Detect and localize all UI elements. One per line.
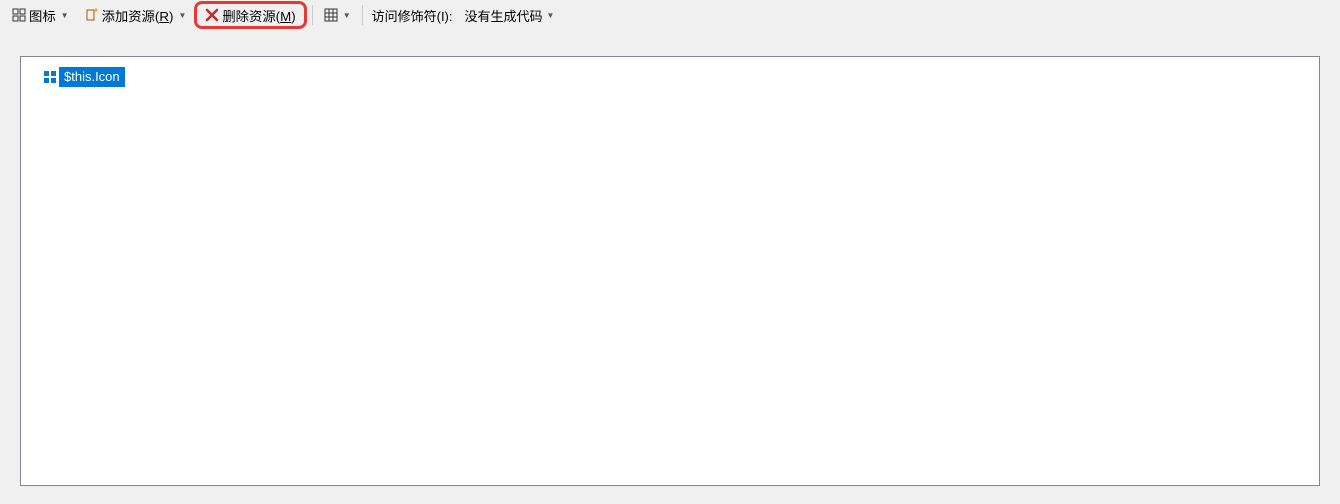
delete-resource-label: 删除资源(M): [222, 6, 295, 25]
resource-item-label: $this.Icon: [59, 67, 125, 87]
resource-editor-toolbar: 图标 ▼ 添加资源(R) ▼ 删除资源(M): [0, 0, 1340, 30]
access-modifier-combo[interactable]: 没有生成代码 ▼: [459, 4, 561, 26]
access-modifier-label: 访问修饰符(I):: [368, 6, 457, 25]
delete-x-icon: [205, 8, 219, 22]
resource-list-panel[interactable]: $this.Icon: [20, 56, 1320, 486]
app-icon: [41, 68, 59, 86]
chevron-down-icon: ▼: [61, 11, 69, 20]
view-mode-dropdown[interactable]: 图标 ▼: [6, 3, 75, 27]
grid-view-icon: [12, 8, 26, 22]
toolbar-separator: [312, 5, 313, 25]
chevron-down-icon: ▼: [343, 11, 351, 20]
chevron-down-icon: ▼: [178, 11, 186, 20]
layout-dropdown[interactable]: ▼: [318, 3, 357, 27]
view-mode-label: 图标: [29, 6, 56, 25]
chevron-down-icon: ▼: [547, 11, 555, 20]
resource-item-this-icon[interactable]: $this.Icon: [41, 67, 125, 87]
delete-resource-button[interactable]: 删除资源(M): [199, 4, 301, 26]
toolbar-separator: [362, 5, 363, 25]
add-resource-icon: [83, 7, 99, 23]
access-modifier-value: 没有生成代码: [465, 6, 543, 25]
grid-layout-icon: [324, 8, 338, 22]
add-resource-splitbutton[interactable]: 添加资源(R) ▼: [77, 3, 193, 27]
annotation-highlight: 删除资源(M): [194, 1, 306, 29]
add-resource-label: 添加资源(R): [102, 6, 174, 25]
